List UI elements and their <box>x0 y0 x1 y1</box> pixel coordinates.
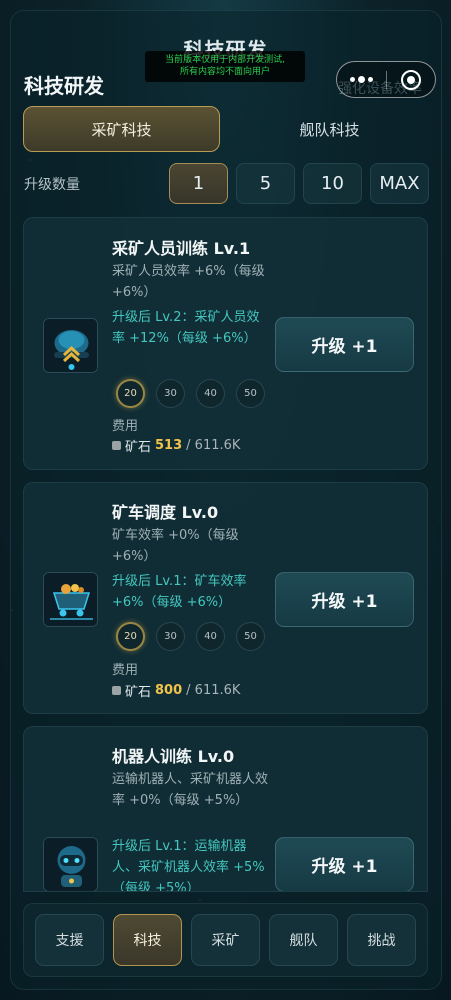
mine-cart-icon <box>43 572 98 627</box>
milestone-badge: 20 <box>116 379 145 408</box>
nav-tech[interactable]: 科技 <box>113 914 182 966</box>
tech-card-next-effect: 升级后 Lv.1：运输机器人、采矿机器人效率 +5%（每级 +5%） <box>112 839 265 892</box>
tech-card-next-effect: 升级后 Lv.1：矿车效率 +6%（每级 +6%） <box>112 574 247 610</box>
nav-challenge[interactable]: 挑战 <box>347 914 416 966</box>
resource-name: 矿石 <box>125 685 152 700</box>
cost-amount: 513 <box>155 438 183 453</box>
tech-card-title: 矿车调度 Lv.0 <box>112 503 219 522</box>
cost-label: 费用 <box>112 419 139 434</box>
milestone-badge: 30 <box>156 622 185 651</box>
tech-card-robot: 机器人训练 Lv.0 运输机器人、采矿机器人效率 +0%（每级 +5%） 升级后… <box>23 726 428 892</box>
quantity-option-10[interactable]: 10 <box>303 163 362 204</box>
milestone-badge: 50 <box>236 622 265 651</box>
tab-fleet-tech[interactable]: 舰队科技 <box>231 106 428 152</box>
nav-mining[interactable]: 采矿 <box>191 914 260 966</box>
milestone-badge: 50 <box>236 379 265 408</box>
dev-test-banner: 当前版本仅用于内部开发测试, 所有内容均不面向用户 <box>145 51 305 82</box>
robot-icon <box>43 837 98 891</box>
tech-card-current-effect: 采矿人员效率 +6%（每级 +6%） <box>112 264 265 300</box>
dev-banner-line-2: 所有内容均不面向用户 <box>179 67 270 77</box>
upgrade-button[interactable]: 升级 +1 <box>275 317 414 372</box>
tech-card-title: 采矿人员训练 Lv.1 <box>112 239 251 258</box>
page-title: 科技研发 <box>24 74 104 98</box>
bottom-navigation: 支援 科技 采矿 舰队 挑战 <box>23 903 428 977</box>
quantity-option-5[interactable]: 5 <box>236 163 295 204</box>
tech-card-next-effect: 升级后 Lv.2：采矿人员效率 +12%（每级 +6%） <box>112 310 260 346</box>
tech-card-current-effect: 运输机器人、采矿机器人效率 +0%（每级 +5%） <box>112 772 269 808</box>
tech-card-mining-staff: 采矿人员训练 Lv.1 采矿人员效率 +6%（每级 +6%） 升级后 Lv.2：… <box>23 217 428 470</box>
level-milestones: 20 30 40 50 <box>116 622 265 651</box>
ore-icon <box>112 441 121 450</box>
nav-fleet[interactable]: 舰队 <box>269 914 338 966</box>
mining-helmet-icon <box>43 318 98 373</box>
upgrade-button[interactable]: 升级 +1 <box>275 572 414 627</box>
more-icon[interactable] <box>337 76 386 83</box>
level-milestones: 20 30 40 50 <box>116 379 265 408</box>
tab-mining-tech[interactable]: 采矿科技 <box>23 106 220 152</box>
milestone-badge: 40 <box>196 379 225 408</box>
milestone-badge: 20 <box>116 622 145 651</box>
resource-owned: / 611.6K <box>186 438 241 453</box>
ore-icon <box>112 686 121 695</box>
resource-name: 矿石 <box>125 440 152 455</box>
milestone-badge: 40 <box>196 622 225 651</box>
tech-card-mine-cart: 矿车调度 Lv.0 矿车效率 +0%（每级 +6%） 升级后 Lv.1：矿车效率… <box>23 482 428 714</box>
milestone-badge: 30 <box>156 379 185 408</box>
cost-line: 矿石 800 / 611.6K <box>112 681 240 700</box>
tech-card-title: 机器人训练 Lv.0 <box>112 747 235 766</box>
mini-program-capsule <box>336 61 436 98</box>
cost-amount: 800 <box>155 683 183 698</box>
nav-support[interactable]: 支援 <box>35 914 104 966</box>
dev-banner-line-1: 当前版本仅用于内部开发测试, <box>165 55 285 65</box>
resource-owned: / 611.6K <box>186 683 241 698</box>
cost-label: 费用 <box>112 663 139 678</box>
quantity-option-max[interactable]: MAX <box>370 163 429 204</box>
upgrade-button[interactable]: 升级 +1 <box>275 837 414 891</box>
tech-card-current-effect: 矿车效率 +0%（每级 +6%） <box>112 528 239 564</box>
cost-line: 矿石 513 / 611.6K <box>112 436 240 455</box>
quantity-option-1[interactable]: 1 <box>169 163 228 204</box>
upgrade-quantity-label: 升级数量 <box>24 177 80 193</box>
close-target-icon[interactable] <box>386 69 435 90</box>
